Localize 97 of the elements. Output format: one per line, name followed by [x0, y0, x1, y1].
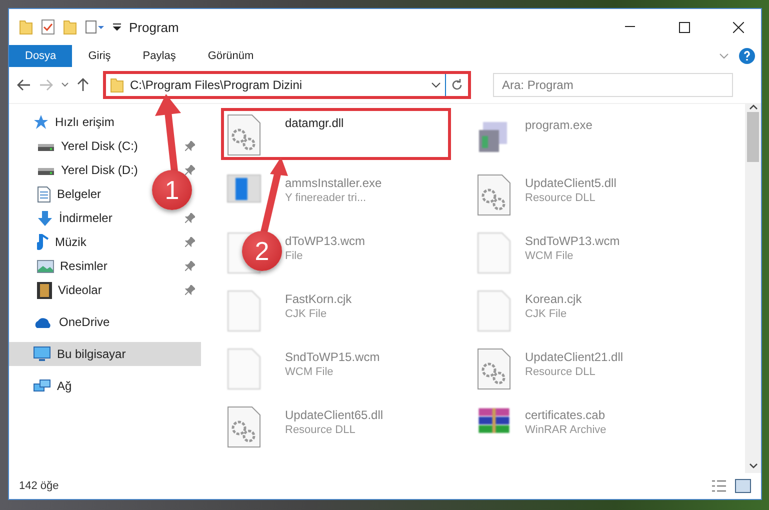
close-icon [732, 22, 744, 32]
cloud-icon [33, 316, 53, 328]
file-type: Y finereader tri... [285, 192, 368, 204]
nav-item[interactable]: Videolar [9, 278, 201, 302]
nav-label: Bu bilgisayar [57, 347, 127, 361]
nav-label: Yerel Disk (C:) [61, 139, 139, 153]
help-icon[interactable] [739, 48, 755, 64]
address-path: C:\Program Files\Program Dizini [130, 78, 304, 92]
file-type: Resource DLL [525, 192, 596, 204]
music-note-icon [37, 234, 49, 250]
scroll-down-icon[interactable] [748, 463, 758, 469]
file-type: CJK File [285, 308, 328, 320]
nav-label: Belgeler [57, 187, 102, 201]
file-name[interactable]: Korean.cjk [525, 292, 582, 306]
blank-file-icon [477, 290, 511, 332]
file-name[interactable]: certificates.cab [525, 408, 606, 422]
folder-icon[interactable] [19, 19, 33, 35]
properties-icon[interactable] [85, 20, 105, 34]
pin-icon[interactable] [185, 141, 195, 151]
ribbon-tab[interactable]: Giriş [72, 45, 127, 67]
search-field[interactable]: Ara: Program [493, 73, 733, 97]
document-icon [37, 186, 51, 202]
file-type: WCM File [525, 250, 574, 262]
new-folder-icon[interactable] [63, 19, 77, 35]
nav-item[interactable]: Resimler [9, 254, 201, 278]
pin-icon[interactable] [185, 285, 195, 295]
file-type: Resource DLL [525, 366, 596, 378]
thumbnail-view-icon[interactable] [735, 479, 751, 493]
nav-item[interactable]: Ağ [9, 374, 78, 398]
blank-file-icon [227, 290, 261, 332]
nav-item[interactable]: Müzik [9, 230, 201, 254]
minimize-icon [625, 26, 635, 28]
nav-label: Resimler [60, 259, 108, 273]
ribbon-tab[interactable]: Paylaş [126, 45, 192, 67]
scroll-up-icon[interactable] [748, 104, 758, 110]
up-arrow-icon[interactable] [77, 78, 89, 92]
chevron-down-icon[interactable] [431, 82, 441, 88]
file-name[interactable]: UpdateClient21.dll [525, 350, 624, 364]
file-name[interactable]: program.exe [525, 118, 592, 132]
file-type: File [285, 250, 304, 262]
window-icon [227, 174, 261, 204]
monitor-icon [33, 346, 51, 362]
nav-label: OneDrive [59, 315, 110, 329]
nav-label: Ağ [57, 379, 72, 393]
nav-item[interactable]: Hızlı erişim [9, 110, 120, 134]
pin-icon[interactable] [185, 165, 195, 175]
details-view-icon[interactable] [711, 479, 727, 493]
file-type: Resource DLL [285, 424, 356, 436]
pin-icon[interactable] [185, 237, 195, 247]
item-count: 142 öğe [19, 480, 60, 492]
gear-file-icon [227, 114, 261, 156]
nav-label: Videolar [58, 283, 103, 297]
file-type: WCM File [285, 366, 334, 378]
nav-item[interactable]: Yerel Disk (C:) [9, 134, 201, 158]
ribbon-tab[interactable]: Görünüm [192, 45, 270, 67]
scrollbar-thumb[interactable] [747, 112, 759, 162]
archive-books-icon [477, 406, 511, 436]
window-title: Program [129, 20, 180, 34]
pin-icon[interactable] [185, 261, 195, 271]
gear-file-icon [477, 174, 511, 216]
folder-icon [110, 77, 124, 93]
file-type: CJK File [525, 308, 568, 320]
file-name[interactable]: datamgr.dll [285, 116, 344, 130]
file-name[interactable]: FastKorn.cjk [285, 292, 352, 306]
nav-label: İndirmeler [59, 211, 114, 225]
blank-file-icon [477, 232, 511, 274]
maximize-icon [678, 22, 690, 32]
refresh-icon [451, 79, 463, 91]
file-name[interactable]: ammsInstaller.exe [285, 176, 382, 190]
file-name[interactable]: SndToWP15.wcm [285, 350, 380, 364]
file-type: WinRAR Archive [525, 424, 606, 436]
file-name[interactable]: UpdateClient65.dll [285, 408, 384, 422]
file-name[interactable]: dToWP13.wcm [285, 234, 366, 248]
picture-icon [37, 260, 54, 272]
chevron-down-icon[interactable] [61, 82, 69, 88]
file-name[interactable]: UpdateClient5.dll [525, 176, 616, 190]
nav-label: Müzik [55, 235, 88, 249]
gear-file-icon [477, 348, 511, 390]
file-name[interactable]: SndToWP13.wcm [525, 234, 620, 248]
download-arrow-icon [37, 210, 53, 226]
nav-item[interactable]: Belgeler [9, 182, 108, 206]
star-icon [33, 114, 49, 130]
pin-icon[interactable] [185, 213, 195, 223]
address-bar[interactable]: C:\Program Files\Program Dizini [106, 74, 446, 96]
nav-item[interactable]: OneDrive [9, 310, 116, 334]
film-icon [37, 282, 52, 298]
gear-file-icon [227, 406, 261, 448]
back-arrow-icon[interactable] [17, 79, 31, 91]
network-icon [33, 378, 51, 394]
nav-label: Yerel Disk (D:) [61, 163, 139, 177]
ribbon-tab[interactable]: Dosya [9, 45, 72, 67]
checklist-icon[interactable] [41, 19, 55, 35]
blank-file-icon [227, 348, 261, 390]
nav-item[interactable]: Bu bilgisayar [9, 342, 201, 366]
scrollbar[interactable] [745, 104, 761, 473]
nav-label: Hızlı erişim [55, 115, 114, 129]
dropdown-icon[interactable] [113, 23, 121, 31]
